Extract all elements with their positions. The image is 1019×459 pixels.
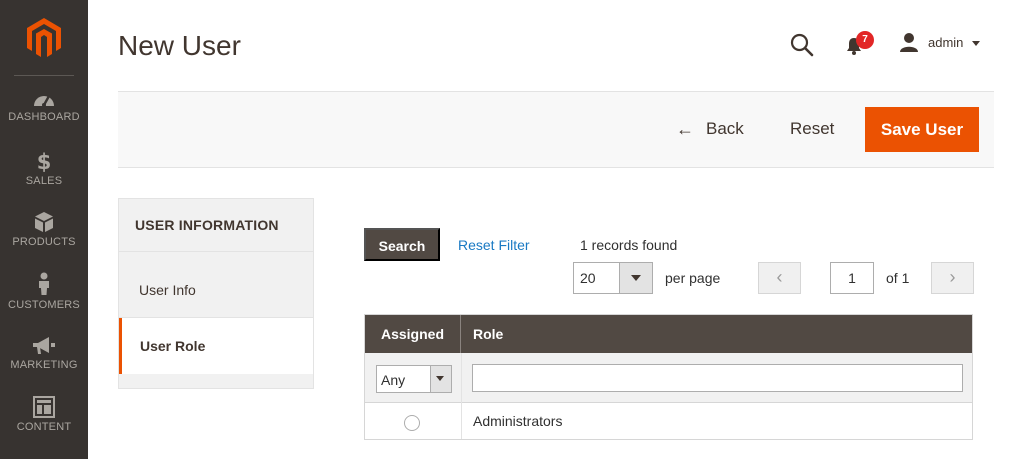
dashboard-icon [34,95,54,107]
nav-item-label: DASHBOARD [8,111,80,123]
nav-item-label: SALES [25,175,63,187]
search-icon[interactable] [790,33,814,62]
save-user-button[interactable]: Save User [865,107,979,152]
search-button[interactable]: Search [364,228,440,261]
chevron-down-icon[interactable] [972,41,980,46]
user-menu-name[interactable]: admin [928,35,963,50]
user-icon[interactable] [899,32,919,57]
tabs-title: USER INFORMATION [135,217,279,233]
nav-item-sales[interactable]: $ SALES [0,150,88,212]
per-page-value: 20 [580,270,596,286]
assigned-filter-value: Any [381,372,406,388]
nav-item-label: PRODUCTS [12,236,76,248]
chevron-down-icon [631,275,641,281]
nav-item-label: MARKETING [10,359,78,371]
assigned-filter-select[interactable]: Any [376,365,452,393]
nav-item-label: CONTENT [16,421,72,433]
arrow-left-icon: ← [676,118,694,139]
tab-user-role[interactable]: User Role [119,318,313,374]
total-pages-text: of 1 [886,270,910,286]
person-icon [39,272,49,295]
previous-page-button[interactable]: ‹ [758,262,801,294]
layout-icon [33,396,55,418]
user-information-tabs: USER INFORMATION User Info User Role [118,198,314,389]
nav-item-content[interactable]: CONTENT [0,396,88,458]
column-header-assigned[interactable]: Assigned [365,315,461,353]
role-filter-input[interactable] [472,364,963,392]
column-header-role[interactable]: Role [473,315,503,353]
megaphone-icon [33,337,55,354]
box-icon [35,212,53,232]
next-page-button[interactable]: › [931,262,974,294]
table-row[interactable]: Administrators [365,403,972,439]
nav-divider [14,75,74,76]
per-page-select[interactable]: 20 [573,262,653,294]
assigned-filter-toggle[interactable] [430,366,451,392]
nav-item-products[interactable]: PRODUCTS [0,211,88,273]
role-cell: Administrators [473,413,563,429]
records-found-text: 1 records found [580,237,678,253]
per-page-dropdown-toggle[interactable] [619,263,652,293]
chevron-right-icon: › [949,267,956,287]
grid-filter-row: Any [365,353,972,403]
nav-item-customers[interactable]: CUSTOMERS [0,272,88,334]
admin-sidebar: DASHBOARD $ SALES PRODUCTS CUSTOMERS MAR… [0,0,88,459]
back-button-label: Back [706,119,744,138]
reset-button[interactable]: Reset [790,119,834,139]
nav-item-dashboard[interactable]: DASHBOARD [0,90,88,152]
notification-count-badge[interactable]: 7 [856,31,874,49]
tab-user-info[interactable]: User Info [119,265,313,321]
reset-filter-link[interactable]: Reset Filter [458,237,530,253]
chevron-left-icon: ‹ [776,267,783,287]
page-actions-bar [118,91,994,168]
grid-header: Assigned Role [365,315,972,353]
nav-item-marketing[interactable]: MARKETING [0,336,88,398]
tabs-divider [119,251,313,252]
svg-text:$: $ [37,150,52,172]
roles-grid: Assigned Role Any Administrators [364,314,973,440]
assigned-radio[interactable] [404,415,420,431]
nav-item-label: CUSTOMERS [8,299,80,311]
chevron-down-icon [436,376,444,381]
back-button[interactable]: ← Back [676,117,744,141]
dollar-icon: $ [37,150,52,172]
magento-logo-icon[interactable] [0,0,88,75]
page-title: New User [118,30,241,61]
current-page-input[interactable]: 1 [830,262,874,294]
per-page-label: per page [665,270,721,286]
